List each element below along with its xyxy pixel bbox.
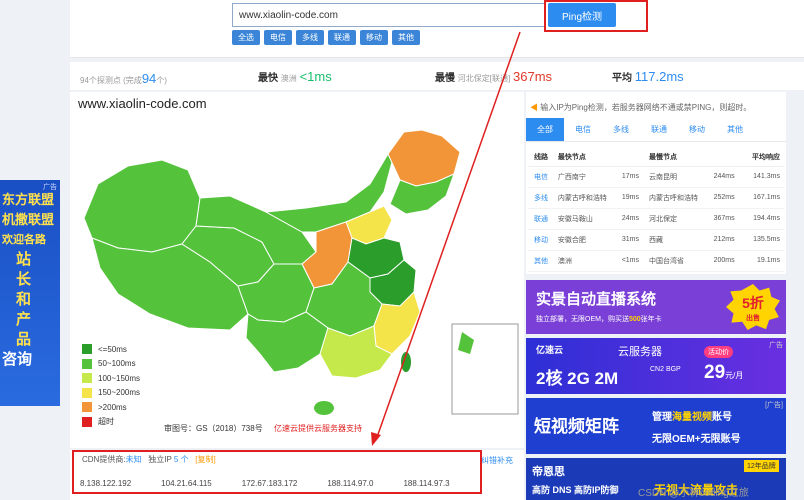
region-yunnan (245, 311, 329, 373)
legend-item: >200ms (82, 400, 140, 415)
ad-line2: 无限OEM+无限账号 (652, 434, 741, 445)
table-row: 移动 安徽合肥 31ms 西藏 212ms 135.5ms (528, 229, 784, 251)
ad-short-video[interactable]: [广告] 短视频矩阵 管理海量视频账号 无限OEM+无限账号 (526, 398, 786, 454)
results-panel: ◀ 输入IP为Ping检测，若服务器网络不通或禁PING，则超时。 全部 电信 … (526, 92, 786, 274)
legend-swatch (82, 387, 92, 398)
isp-telecom-button[interactable]: 电信 (264, 30, 292, 45)
ad-brand: 亿速云 (536, 345, 564, 355)
legend: <=50ms 50~100ms 100~150ms 150~200ms >200… (82, 342, 140, 429)
legend-swatch (82, 402, 92, 413)
region-taiwan (401, 352, 411, 372)
left-side-ad[interactable]: 广告 东方联盟 机撒联盟 欢迎各路 站 长 和 产 品 咨询 (0, 180, 60, 406)
legend-item: 150~200ms (82, 386, 140, 401)
watermark: CSDN @小林coding之旅 (638, 488, 749, 499)
line-link[interactable]: 多线 (528, 187, 552, 209)
ad-live-system[interactable]: 实景自动直播系统 独立部署，无限OEM，购买送500张年卡 5折 出售 (526, 280, 786, 334)
line-link[interactable]: 其他 (528, 250, 552, 272)
table-row: 其他 澳洲 <1ms 中国台湾省 200ms 19.1ms (528, 250, 784, 272)
isp-other-button[interactable]: 其他 (392, 30, 420, 45)
probe-count: 94个探测点 (完成94个) (80, 71, 167, 86)
ad-promo: 活动价 (704, 346, 733, 358)
feedback-link[interactable]: 纠错补充 (481, 455, 513, 466)
legend-item: <=50ms (82, 342, 140, 357)
line-link[interactable]: 联通 (528, 208, 552, 230)
ad-title: 实景自动直播系统 (536, 291, 657, 308)
stats-bar: 94个探测点 (完成94个) 最快 澳洲 <1ms 最慢 河北保定[联通] 36… (70, 62, 804, 90)
highlight-box-ping (544, 0, 648, 32)
legend-swatch (82, 416, 92, 427)
url-input[interactable] (232, 3, 546, 27)
line-link[interactable]: 电信 (528, 166, 552, 188)
table-row: 联通 安徽马鞍山 24ms 河北保定 367ms 194.4ms (528, 208, 784, 230)
region-hainan (314, 401, 334, 415)
isp-unicom-button[interactable]: 联通 (328, 30, 356, 45)
tab-multiline[interactable]: 多线 (602, 118, 640, 141)
ad-cloud-server[interactable]: 广告 亿速云 云服务器 2核 2G 2M CN2 BGP 活动价 29元/月 (526, 338, 786, 394)
legend-item: 50~100ms (82, 357, 140, 372)
fastest-stat: 最快 澳洲 <1ms (258, 69, 332, 84)
tab-other[interactable]: 其他 (716, 118, 754, 141)
tab-mobile[interactable]: 移动 (678, 118, 716, 141)
ad-product: 云服务器 (618, 346, 662, 358)
average-stat: 平均 117.2ms (612, 69, 684, 84)
legend-swatch (82, 358, 92, 369)
provider-note[interactable]: 亿速云提供云服务器支持 (274, 423, 362, 434)
results-tabs: 全部 电信 多线 联通 移动 其他 (526, 118, 786, 142)
legend-item: 超时 (82, 415, 140, 430)
tab-all[interactable]: 全部 (526, 118, 564, 141)
ad-text: 高防 DNS 高防IP防御 (532, 485, 619, 495)
ad-subtitle: 独立部署，无限OEM，购买送500张年卡 (536, 316, 662, 323)
legend-swatch (82, 344, 92, 355)
isp-mobile-button[interactable]: 移动 (360, 30, 388, 45)
ad-spec: 2核 2G 2M (536, 369, 619, 388)
table-header: 线路 最快节点 最慢节点 平均响应 (528, 148, 784, 167)
region-xinjiang (83, 159, 201, 253)
tab-unicom[interactable]: 联通 (640, 118, 678, 141)
ad-line: CN2 BGP (650, 366, 681, 373)
discount-badge: 5折 出售 (726, 284, 780, 330)
map-approval-number: 审图号：GS（2018）738号 (164, 424, 263, 433)
ad-years: 12年品牌 (744, 460, 779, 472)
ad-line1: 管理海量视频账号 (652, 412, 732, 423)
ad-brand: 帝恩思 (532, 466, 565, 478)
table-row: 电信 广西南宁 17ms 云南昆明 244ms 141.3ms (528, 166, 784, 188)
highlight-box-cdn (72, 450, 482, 494)
legend-item: 100~150ms (82, 371, 140, 386)
slowest-stat: 最慢 河北保定[联通] 367ms (435, 69, 553, 84)
table-row: 多线 内蒙古呼和浩特 19ms 内蒙古呼和浩特 252ms 167.1ms (528, 187, 784, 209)
isp-all-button[interactable]: 全选 (232, 30, 260, 45)
tip-text: ◀ 输入IP为Ping检测，若服务器网络不通或禁PING，则超时。 (530, 103, 752, 112)
tab-telecom[interactable]: 电信 (564, 118, 602, 141)
isp-filter: 全选 电信 多线 联通 移动 其他 (232, 30, 420, 45)
map-panel: www.xiaolin-code.com <=50ms 50~100ms 100… (70, 92, 524, 448)
ad-title: 短视频矩阵 (534, 417, 619, 436)
ad-price: 29元/月 (704, 362, 744, 383)
results-table: 线路 最快节点 最慢节点 平均响应 电信 广西南宁 17ms 云南昆明 244m… (528, 148, 784, 272)
line-link[interactable]: 移动 (528, 229, 552, 251)
isp-multiline-button[interactable]: 多线 (296, 30, 324, 45)
legend-swatch (82, 373, 92, 384)
